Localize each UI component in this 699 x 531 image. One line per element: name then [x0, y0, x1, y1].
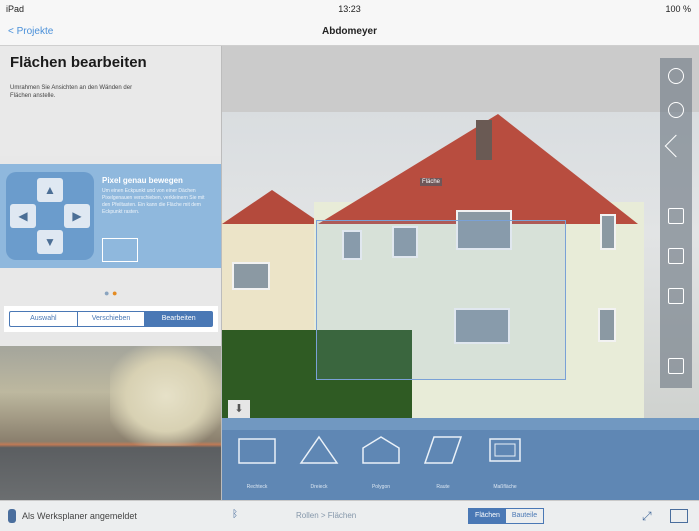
shape-label: Rechteck — [246, 484, 268, 490]
shape-label: Polygon — [371, 484, 391, 490]
status-bar: iPad 13:23 100 % — [0, 0, 699, 18]
shape-rectangle-button[interactable]: Rechteck — [232, 434, 282, 494]
shape-toolbar: Rechteck Dreieck Polygon Raute Maßfläche — [222, 418, 699, 500]
shape-parallelogram-button[interactable]: Raute — [418, 434, 468, 494]
selected-surface-outline[interactable] — [316, 220, 566, 380]
grid-icon[interactable] — [668, 208, 684, 224]
view-toggle: Flächen Bauteile — [468, 508, 544, 524]
mail-icon[interactable] — [670, 509, 688, 523]
fullscreen-icon[interactable]: ⤢ — [642, 509, 652, 524]
page-title: Abdomeyer — [321, 26, 377, 37]
toggle-flaechen[interactable]: Flächen — [469, 509, 506, 523]
window — [600, 214, 616, 250]
arrow-left-button[interactable]: ◀ — [10, 204, 36, 228]
arrow-right-button[interactable]: ▶ — [64, 204, 90, 228]
bluetooth-icon[interactable]: ᛒ — [232, 509, 238, 520]
clock: 13:23 — [338, 4, 361, 14]
rectangle-icon — [238, 438, 276, 464]
layers-icon[interactable] — [668, 288, 684, 304]
measure-area-icon — [489, 438, 521, 462]
shape-triangle-button[interactable]: Dreieck — [294, 434, 344, 494]
tip-title: Pixel genau bewegen — [102, 176, 183, 185]
panel-header: Flächen bearbeiten Umrahmen Sie Ansichte… — [0, 46, 221, 156]
segment-verschieben[interactable]: Verschieben — [78, 312, 146, 326]
pentagon-icon — [362, 436, 400, 464]
tip-card: ▲ ◀ ▶ ▼ Pixel genau bewegen Um einen Eck… — [0, 164, 221, 268]
house-photo[interactable]: Fläche — [222, 112, 699, 418]
canvas-top-area — [222, 46, 699, 112]
chevron-icon[interactable] — [664, 134, 688, 158]
download-icon[interactable]: ⬇ — [228, 400, 250, 418]
arrow-down-button[interactable]: ▼ — [37, 230, 63, 254]
parallelogram-icon — [423, 436, 463, 464]
tip-text: Um einen Eckpunkt und von einer Dächen P… — [102, 188, 205, 215]
left-panel: Flächen bearbeiten Umrahmen Sie Ansichte… — [0, 46, 222, 500]
tip-illustration — [102, 238, 138, 262]
login-status[interactable]: Als Werksplaner angemeldet — [22, 511, 137, 521]
shape-toolbar-strip — [222, 418, 699, 430]
breadcrumb: Rollen > Flächen — [296, 511, 357, 520]
page-dot: ● — [104, 288, 110, 298]
toggle-bauteile[interactable]: Bauteile — [506, 509, 543, 523]
wall-texture-highlight — [110, 346, 221, 446]
window — [598, 308, 616, 342]
surface-label: Fläche — [420, 178, 443, 186]
user-icon — [8, 509, 16, 523]
shape-label: Dreieck — [310, 484, 328, 490]
triangle-icon — [299, 435, 339, 464]
shape-label: Raute — [436, 484, 450, 490]
rotate-tool-icon[interactable] — [668, 102, 684, 118]
chimney — [476, 120, 492, 160]
circle-tool-icon[interactable] — [668, 68, 684, 84]
side-toolbar — [660, 58, 692, 388]
dpad: ▲ ◀ ▶ ▼ — [6, 172, 94, 260]
neighbor-roof — [222, 190, 322, 224]
page-dot-active: ● — [111, 288, 118, 298]
trash-icon[interactable] — [668, 358, 684, 374]
shape-polygon-button[interactable]: Polygon — [356, 434, 406, 494]
shape-label: Maßfläche — [493, 484, 517, 490]
navigation-bar: < Projekte Abdomeyer — [0, 18, 699, 46]
window — [232, 262, 270, 290]
mode-segmented-control: Auswahl Verschieben Bearbeiten — [4, 306, 218, 332]
segment-auswahl[interactable]: Auswahl — [10, 312, 78, 326]
segment-bearbeiten[interactable]: Bearbeiten — [145, 312, 213, 326]
page-indicator: ● ● — [104, 288, 117, 298]
panel-title: Flächen bearbeiten — [10, 54, 147, 71]
arrow-up-button[interactable]: ▲ — [37, 178, 63, 202]
battery-label: 100 % — [665, 4, 691, 14]
footer-bar: Als Werksplaner angemeldet ᛒ Rollen > Fl… — [0, 500, 699, 531]
frame-icon[interactable] — [668, 248, 684, 264]
panel-description: Umrahmen Sie Ansichten an den Wänden der… — [10, 85, 133, 99]
shape-measure-button[interactable]: Maßfläche — [480, 434, 530, 494]
